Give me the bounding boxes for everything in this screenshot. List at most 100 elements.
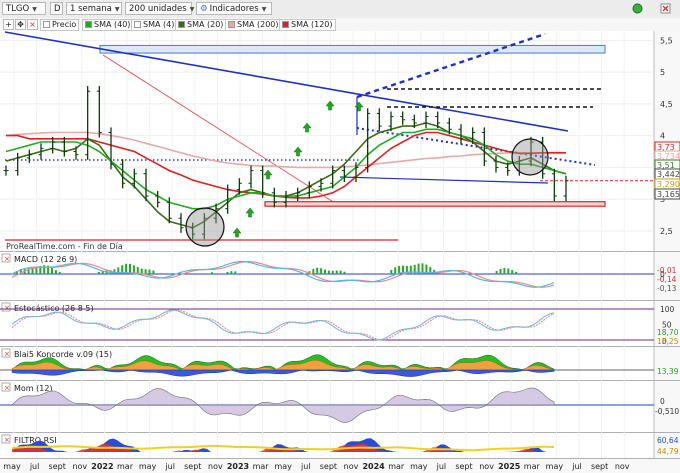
legend-bar: + ✥ × Precio SMA (40) SMA (4) SMA (20) S… xyxy=(0,18,680,32)
legend-item-sma20[interactable]: SMA (20) xyxy=(175,19,227,31)
time-axis-label: jul xyxy=(571,462,582,471)
highlight-circle xyxy=(185,207,225,247)
stoch-badge: 15,25 xyxy=(657,337,679,346)
macd-histogram-bar xyxy=(324,269,326,274)
legend-item-sma4[interactable]: SMA (4) xyxy=(131,19,178,31)
panel-title-mom: Mom (12) xyxy=(14,384,53,393)
chevron-down-icon: ▼ xyxy=(189,6,195,13)
support-zone xyxy=(264,201,606,207)
macd-histogram-bar xyxy=(97,271,100,274)
panel-toggle-icon: × xyxy=(4,304,10,312)
chevron-down-icon: ▼ xyxy=(114,6,120,13)
time-axis-label: 2025 xyxy=(498,462,521,471)
timeframe-selector[interactable]: 1 semana ▼ xyxy=(66,2,122,15)
chevron-down-icon: ▼ xyxy=(32,6,37,13)
indicators-button[interactable]: ⚙ Indicadores ▼ xyxy=(196,2,272,15)
toolbar: TLGO ▼ D 1 semana ▼ 200 unidades ▼ ⚙ Indicad… xyxy=(0,0,680,19)
price-axis-label: 2,5 xyxy=(660,227,673,236)
time-axis-label: nov xyxy=(344,462,359,471)
legend-item-sma120[interactable]: SMA (120) xyxy=(279,19,336,31)
move-icon[interactable]: ✥ xyxy=(15,19,26,30)
macd-histogram-bar xyxy=(331,270,334,274)
legend-label: Precio xyxy=(52,20,77,29)
time-axis-label: nov xyxy=(615,462,630,471)
panel-title-macd: MACD (12 26 9) xyxy=(14,255,77,264)
legend-label: SMA (200) xyxy=(237,20,279,29)
legend-swatch xyxy=(228,21,235,28)
macd-histogram-bar xyxy=(316,267,319,274)
time-axis-label: mar xyxy=(388,462,405,471)
legend-swatch xyxy=(43,21,50,28)
add-icon[interactable]: + xyxy=(3,19,14,30)
panel-toggle-icon: × xyxy=(4,255,10,263)
time-axis-label: jul xyxy=(436,462,447,471)
legend-item-sma40[interactable]: SMA (40) xyxy=(82,19,134,31)
time-axis-label: sept xyxy=(49,462,66,471)
close-icon[interactable]: × xyxy=(27,19,38,30)
close-icon[interactable] xyxy=(660,3,671,14)
macd-histogram-bar xyxy=(230,271,233,274)
legend-label: SMA (120) xyxy=(291,20,333,29)
macd-histogram-bar xyxy=(515,271,518,274)
macd-histogram-bar xyxy=(312,268,315,274)
time-axis-label: 2024 xyxy=(362,462,385,471)
legend-swatch xyxy=(85,21,92,28)
units-selector[interactable]: 200 unidades ▼ xyxy=(125,2,195,15)
rsi-badge: 60,64 xyxy=(657,436,679,445)
legend-label: SMA (4) xyxy=(143,20,175,29)
time-axis-label: may xyxy=(410,462,428,471)
time-axis-label: jul xyxy=(29,462,40,471)
units-label: 200 unidades xyxy=(129,4,187,14)
time-axis-label: mar xyxy=(524,462,541,471)
time-axis-label: nov xyxy=(479,462,494,471)
time-axis-label: sept xyxy=(455,462,472,471)
macd-histogram-bar xyxy=(394,267,397,274)
legend-swatch xyxy=(282,21,289,28)
price-badge-label: 3,290 xyxy=(657,180,680,189)
macd-histogram-bar xyxy=(54,270,57,274)
time-axis-label: sept xyxy=(591,462,608,471)
macd-histogram-bar xyxy=(226,271,229,274)
legend-swatch xyxy=(134,21,141,28)
macd-histogram-bar xyxy=(327,270,330,274)
symbol-label: TLGO xyxy=(6,4,30,14)
highlight-circle xyxy=(511,138,549,176)
time-axis-label: may xyxy=(546,462,564,471)
blai5-badge: 13,39 xyxy=(657,367,679,376)
legend-label: SMA (40) xyxy=(94,20,131,29)
indicators-label: Indicadores xyxy=(209,4,259,14)
legend-swatch xyxy=(178,21,185,28)
price-axis-label: 4,5 xyxy=(660,100,673,109)
macd-histogram-bar xyxy=(343,271,346,274)
macd-histogram-bar xyxy=(43,265,46,274)
highlight-zone xyxy=(99,44,606,54)
legend-label: SMA (20) xyxy=(187,20,224,29)
macd-histogram-bar xyxy=(210,272,213,274)
period-button[interactable]: D xyxy=(50,2,63,15)
legend-item-price[interactable]: Precio xyxy=(40,19,80,31)
chart-canvas[interactable]: 5,554,543,532,5ProRealTime.com - Fin de … xyxy=(0,31,680,473)
legend-item-sma200[interactable]: SMA (200) xyxy=(225,19,282,31)
panel-toggle-icon: × xyxy=(4,384,10,392)
mom-zero-label: 0 xyxy=(660,397,665,406)
price-badge-label: 3,442 xyxy=(657,170,680,179)
macd-zero-label: 0 xyxy=(660,270,665,279)
time-axis-label: mar xyxy=(253,462,270,471)
window-icon[interactable] xyxy=(632,3,643,14)
macd-histogram-bar xyxy=(339,270,342,274)
macd-histogram-bar xyxy=(51,267,53,274)
time-axis-label: sept xyxy=(320,462,337,471)
time-axis-label: 2023 xyxy=(227,462,249,471)
price-badge-label: 3,165 xyxy=(657,190,680,199)
stoch-badge: 18,70 xyxy=(657,328,679,337)
mom-badge: -0,510 xyxy=(655,407,679,416)
panel-title-blai5: Blai5 Koncorde v.09 (15) xyxy=(14,350,112,359)
symbol-selector[interactable]: TLGO ▼ xyxy=(2,2,46,15)
chevron-down-icon: ▼ xyxy=(261,6,267,13)
time-axis-label: nov xyxy=(72,462,87,471)
time-axis-label: sept xyxy=(184,462,201,471)
timeframe-label: 1 semana xyxy=(70,4,112,14)
panel-toggle-icon: × xyxy=(4,350,10,358)
price-axis-label: 4 xyxy=(660,132,665,141)
macd-histogram-bar xyxy=(507,268,510,274)
